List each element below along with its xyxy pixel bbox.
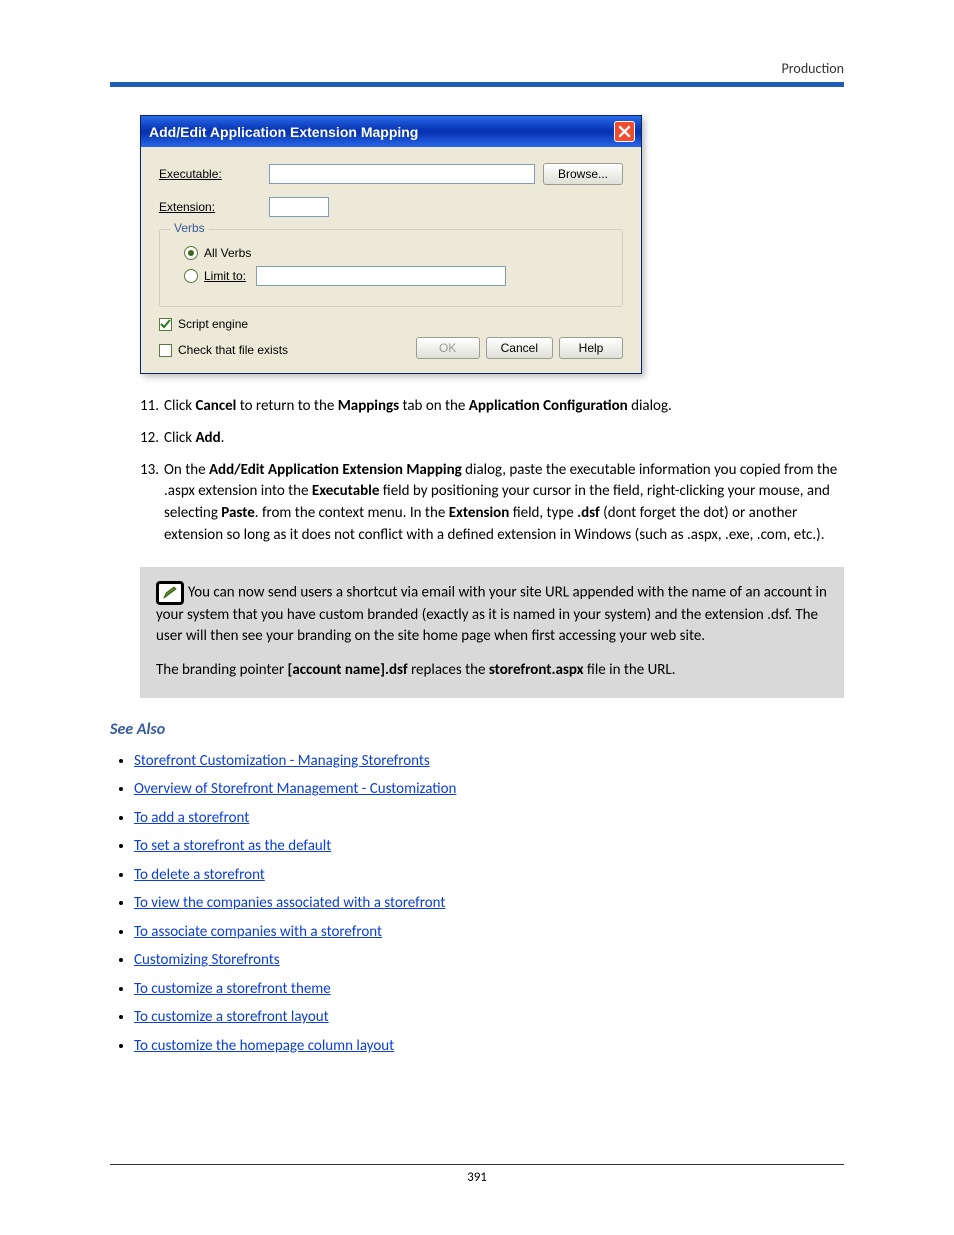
see-also-heading: See Also [110, 720, 844, 739]
step-12: 12. Click Add. [140, 428, 844, 450]
list-item: To delete a storefront [134, 861, 844, 890]
step-11: 11. Click Cancel to return to the Mappin… [140, 396, 844, 418]
note-text-2: The branding pointer [account name].dsf … [156, 660, 828, 682]
all-verbs-radio[interactable]: All Verbs [184, 246, 608, 260]
step-13: 13. On the Add/Edit Application Extensio… [140, 460, 844, 547]
close-icon[interactable] [614, 121, 635, 142]
step-number: 12. [140, 428, 164, 450]
link-customize-homepage-column[interactable]: To customize the homepage column layout [134, 1037, 394, 1055]
cancel-button[interactable]: Cancel [486, 337, 553, 359]
pencil-icon [156, 581, 184, 605]
app-extension-mapping-dialog: Add/Edit Application Extension Mapping E… [140, 115, 642, 374]
note-text-1: You can now send users a shortcut via em… [156, 583, 827, 645]
dialog-titlebar[interactable]: Add/Edit Application Extension Mapping [141, 116, 641, 147]
extension-input[interactable] [269, 197, 329, 217]
link-overview-storefront-mgmt[interactable]: Overview of Storefront Management - Cust… [134, 780, 456, 798]
executable-input[interactable] [269, 164, 535, 184]
link-set-storefront-default[interactable]: To set a storefront as the default [134, 837, 331, 855]
list-item: To customize a storefront theme [134, 975, 844, 1004]
list-item: To customize the homepage column layout [134, 1032, 844, 1061]
all-verbs-label: All Verbs [204, 246, 251, 260]
checkbox-icon [159, 318, 172, 331]
note-box: You can now send users a shortcut via em… [140, 567, 844, 698]
link-customize-theme[interactable]: To customize a storefront theme [134, 980, 331, 998]
see-also-list: Storefront Customization - Managing Stor… [114, 747, 844, 1061]
script-engine-label: Script engine [178, 317, 248, 331]
checkbox-icon [159, 344, 172, 357]
limit-to-label: Limit to: [204, 269, 246, 283]
check-file-exists-label: Check that file exists [178, 343, 288, 357]
list-item: To add a storefront [134, 804, 844, 833]
dialog-title: Add/Edit Application Extension Mapping [149, 124, 418, 140]
executable-label: Executable: [159, 167, 269, 181]
list-item: To view the companies associated with a … [134, 889, 844, 918]
link-delete-storefront[interactable]: To delete a storefront [134, 866, 265, 884]
step-number: 13. [140, 460, 164, 547]
header-section: Production [782, 60, 844, 77]
instruction-list: 11. Click Cancel to return to the Mappin… [110, 396, 844, 547]
list-item: Storefront Customization - Managing Stor… [134, 747, 844, 776]
extension-label: Extension: [159, 200, 269, 214]
list-item: To set a storefront as the default [134, 832, 844, 861]
radio-icon [184, 269, 198, 283]
link-customizing-storefronts[interactable]: Customizing Storefronts [134, 951, 280, 969]
link-storefront-customization[interactable]: Storefront Customization - Managing Stor… [134, 752, 430, 770]
page-number: 391 [0, 1170, 954, 1185]
check-file-exists-checkbox[interactable]: Check that file exists [159, 343, 416, 357]
script-engine-checkbox[interactable]: Script engine [159, 317, 623, 331]
link-add-storefront[interactable]: To add a storefront [134, 809, 249, 827]
link-view-companies[interactable]: To view the companies associated with a … [134, 894, 445, 912]
ok-button[interactable]: OK [416, 337, 480, 359]
list-item: To customize a storefront layout [134, 1003, 844, 1032]
footer-rule [110, 1164, 844, 1165]
header-rule [110, 82, 844, 87]
radio-icon [184, 246, 198, 260]
list-item: To associate companies with a storefront [134, 918, 844, 947]
list-item: Overview of Storefront Management - Cust… [134, 775, 844, 804]
help-button[interactable]: Help [559, 337, 623, 359]
link-customize-layout[interactable]: To customize a storefront layout [134, 1008, 329, 1026]
limit-to-input[interactable] [256, 266, 506, 286]
browse-button[interactable]: Browse... [543, 163, 623, 185]
list-item: Customizing Storefronts [134, 946, 844, 975]
step-number: 11. [140, 396, 164, 418]
verbs-fieldset: Verbs All Verbs Limit to: [159, 229, 623, 307]
link-associate-companies[interactable]: To associate companies with a storefront [134, 923, 382, 941]
verbs-legend: Verbs [170, 221, 209, 235]
limit-to-radio[interactable]: Limit to: [184, 266, 608, 286]
